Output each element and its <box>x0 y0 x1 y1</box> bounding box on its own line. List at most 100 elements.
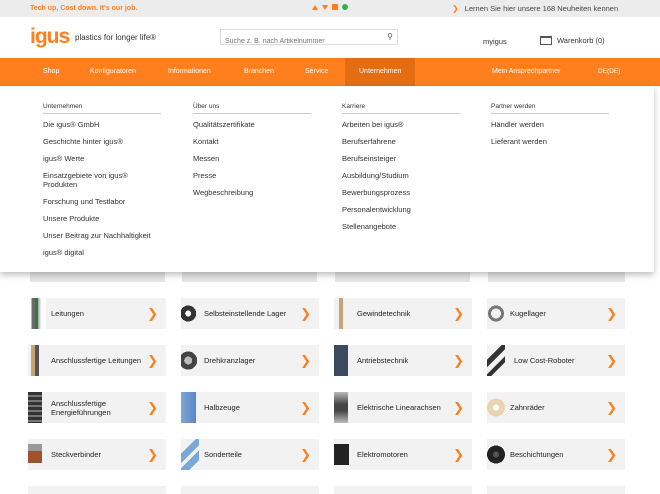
tile-label: Selbsteinstellende Lager <box>204 309 287 318</box>
product-tile-halbzeuge[interactable]: Halbzeuge ❯ <box>181 392 319 423</box>
search-box: ⚲ <box>220 29 398 49</box>
mega-menu-dropdown: Unternehmen Die igus® GmbH Geschichte hi… <box>0 86 654 272</box>
search-input[interactable] <box>221 34 371 49</box>
gear-image <box>487 392 505 423</box>
news-link[interactable]: ❯ Lernen Sie hier unsere 168 Neuheiten k… <box>452 4 618 13</box>
product-tile-lager[interactable]: Selbsteinstellende Lager ❯ <box>181 298 319 329</box>
product-tile-beschichtungen[interactable]: Beschichtungen ❯ <box>487 439 625 470</box>
chevron-right-icon: ❯ <box>147 447 158 462</box>
status-dot-icon <box>342 4 348 10</box>
product-tile-zahnraeder[interactable]: Zahnräder ❯ <box>487 392 625 423</box>
product-tile-sonderteile[interactable]: Sonderteile ❯ <box>181 439 319 470</box>
chevron-right-icon: ❯ <box>300 353 311 368</box>
menu-item[interactable]: igus® Werte <box>43 154 161 163</box>
nav-shop[interactable]: Shop <box>43 68 59 75</box>
nav-contact[interactable]: Mein Ansprechpartner <box>492 68 560 75</box>
product-tile-antrieb[interactable]: Antriebstechnik ❯ <box>334 345 472 376</box>
product-tile-kugellager[interactable]: Kugellager ❯ <box>487 298 625 329</box>
menu-item[interactable]: Presse <box>193 171 311 180</box>
menu-item[interactable]: Personalentwicklung <box>342 205 460 214</box>
menu-item[interactable]: Berufserfahrene <box>342 137 460 146</box>
prev-arrow-icon[interactable] <box>312 4 318 10</box>
top-bar: Tech up, Cost down. It's our job. ❯ Lern… <box>0 0 660 17</box>
menu-item[interactable]: Einsatzgebiete von igus® Produkten <box>43 171 143 189</box>
robot-image <box>487 345 505 376</box>
menu-item[interactable]: Lieferant werden <box>491 137 609 146</box>
product-tile-anschluss-leitungen[interactable]: Anschlussfertige Leitungen ❯ <box>28 345 166 376</box>
chevron-right-icon: ❯ <box>147 400 158 415</box>
nav-branchen[interactable]: Branchen <box>244 68 274 75</box>
nav-konfiguratoren[interactable]: Konfiguratoren <box>90 68 136 75</box>
menu-item[interactable]: Unsere Produkte <box>43 214 161 223</box>
menu-item[interactable]: Kontakt <box>193 137 311 146</box>
language-selector[interactable]: DE(DE) <box>598 68 620 75</box>
connector-image <box>28 439 42 470</box>
bar-stock-image <box>181 392 196 423</box>
menu-item[interactable]: Forschung und Testlabor <box>43 197 161 206</box>
product-tile-elektromotoren[interactable]: Elektromotoren ❯ <box>334 439 472 470</box>
cart-icon <box>540 36 552 45</box>
product-tile-linearachsen[interactable]: Elektrische Linearachsen ❯ <box>334 392 472 423</box>
product-tile-energiefuehrungen[interactable]: Anschlussfertige Energieführungen ❯ <box>28 392 166 423</box>
tile-label: Antriebstechnik <box>357 356 409 365</box>
chevron-right-icon: ❯ <box>606 306 617 321</box>
chevron-right-icon: ❯ <box>300 400 311 415</box>
harness-image <box>28 345 46 376</box>
nav-informationen[interactable]: Informationen <box>168 68 211 75</box>
special-part-image <box>181 439 199 470</box>
tile-label: Zahnräder <box>510 403 545 412</box>
product-tile-leitungen[interactable]: Leitungen ❯ <box>28 298 166 329</box>
tile-label: Kugellager <box>510 309 546 318</box>
cable-image <box>28 298 46 329</box>
product-tile-gewinde[interactable]: Gewindetechnik ❯ <box>334 298 472 329</box>
chevron-right-icon: ❯ <box>147 306 158 321</box>
myigus-link[interactable]: myigus <box>483 37 507 46</box>
chevron-right-icon: ❯ <box>606 447 617 462</box>
nav-unternehmen[interactable]: Unternehmen <box>345 58 416 86</box>
product-tile-steckverbinder[interactable]: Steckverbinder ❯ <box>28 439 166 470</box>
pause-icon[interactable] <box>332 4 338 10</box>
menu-item[interactable]: Ausbildung/Studium <box>342 171 460 180</box>
menu-item[interactable]: Berufseinsteiger <box>342 154 460 163</box>
chevron-right-icon: ❯ <box>300 306 311 321</box>
menu-item[interactable]: Wegbeschreibung <box>193 188 311 197</box>
chevron-right-icon: ❯ <box>147 353 158 368</box>
partial-tile <box>28 486 166 494</box>
menu-item[interactable]: Stellenangebote <box>342 222 460 231</box>
chevron-right-icon: ❯ <box>453 447 464 462</box>
menu-column-partner: Partner werden Händler werden Lieferant … <box>491 103 609 154</box>
menu-item[interactable]: Unser Beitrag zur Nachhaltigkeit <box>43 231 173 240</box>
lead-screw-image <box>334 298 352 329</box>
cart-link[interactable]: Warenkorb (0) <box>540 36 605 45</box>
tile-label: Leitungen <box>51 309 84 318</box>
partial-tile <box>181 486 319 494</box>
nav-service[interactable]: Service <box>305 68 328 75</box>
chevron-right-icon: ❯ <box>453 400 464 415</box>
e-chain-image <box>28 392 42 423</box>
menu-item[interactable]: Messen <box>193 154 311 163</box>
tagline: plastics for longer life® <box>75 33 157 42</box>
menu-item[interactable]: Die igus® GmbH <box>43 120 161 129</box>
next-arrow-icon[interactable] <box>322 4 328 10</box>
product-tile-drehkranz[interactable]: Drehkranzlager ❯ <box>181 345 319 376</box>
product-tile-roboter[interactable]: Low Cost-Roboter ❯ <box>487 345 625 376</box>
igus-logo[interactable]: igus <box>30 25 70 49</box>
menu-item[interactable]: igus® digital <box>43 248 161 257</box>
search-icon[interactable]: ⚲ <box>387 32 393 41</box>
chevron-right-icon: ❯ <box>606 400 617 415</box>
slewing-ring-image <box>181 345 199 376</box>
column-heading: Karriere <box>342 103 460 114</box>
tile-label: Elektromotoren <box>357 450 408 459</box>
slider-controls <box>312 4 348 10</box>
news-text: Lernen Sie hier unsere 168 Neuheiten ken… <box>464 4 619 13</box>
menu-item[interactable]: Qualitätszertifikate <box>193 120 311 129</box>
menu-item[interactable]: Arbeiten bei igus® <box>342 120 460 129</box>
menu-column-unternehmen: Unternehmen Die igus® GmbH Geschichte hi… <box>43 103 161 265</box>
menu-item[interactable]: Bewerbungsprozess <box>342 188 460 197</box>
drive-image <box>334 345 348 376</box>
menu-item[interactable]: Geschichte hinter igus® <box>43 137 161 146</box>
partial-tile <box>487 486 625 494</box>
chevron-right-icon: ❯ <box>453 306 464 321</box>
tile-label: Drehkranzlager <box>204 356 256 365</box>
menu-item[interactable]: Händler werden <box>491 120 609 129</box>
